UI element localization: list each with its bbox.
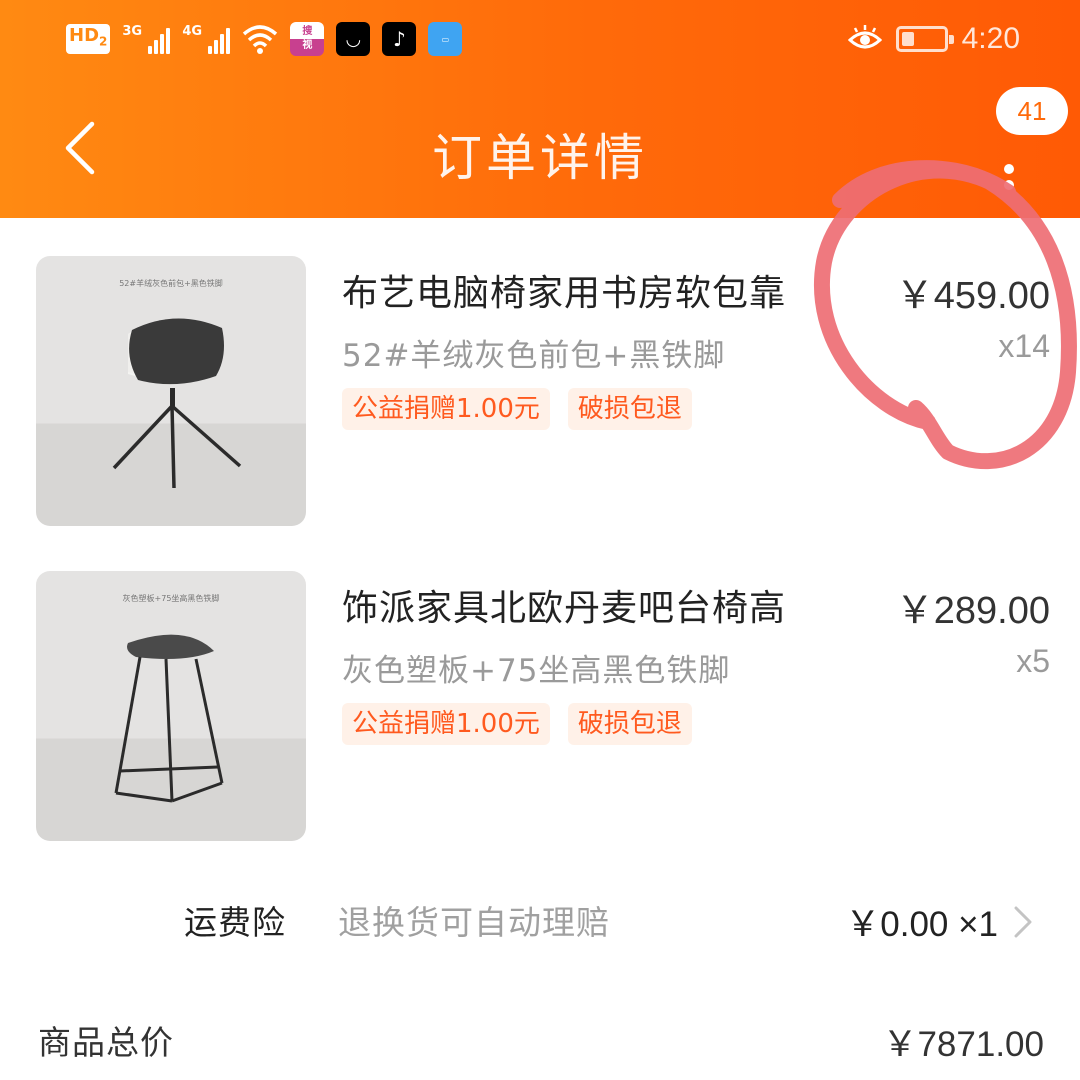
eye-comfort-icon — [847, 24, 882, 54]
sousou-app-icon: 搜视 — [290, 22, 325, 56]
signal-4g-icon: 4G — [182, 24, 231, 54]
goods-total-label: 商品总价 — [38, 1023, 174, 1062]
signal-4g-label: 4G — [182, 24, 203, 39]
bar-stool-image — [114, 634, 224, 803]
product-title[interactable]: 饰派家具北欧丹麦吧台椅高 — [342, 579, 810, 631]
damage-return-tag: 破损包退 — [567, 388, 692, 430]
product-image[interactable]: 52#羊绒灰色前包+黑色铁脚 — [36, 256, 306, 526]
damage-return-tag: 破损包退 — [567, 703, 692, 745]
product-title[interactable]: 布艺电脑椅家用书房软包靠 — [342, 264, 810, 316]
hd-voice-icon: HD2 — [66, 24, 111, 54]
product-quantity: x5 — [1016, 643, 1050, 679]
message-count-badge[interactable]: 41 — [996, 87, 1068, 135]
order-item[interactable]: 52#羊绒灰色前包+黑色铁脚 布艺电脑椅家用书房软包靠 52#羊绒灰色前包+黑铁… — [0, 256, 1080, 528]
shipping-insurance-row[interactable]: 运费险 退换货可自动理赔 ￥0.00 ×1 — [0, 880, 1080, 960]
status-left: HD2 3G 4G 搜视 ◡ ♪ ▭ — [66, 20, 463, 58]
battery-icon — [895, 26, 954, 52]
more-dots-icon — [1004, 180, 1014, 190]
product-spec: 52#羊绒灰色前包+黑铁脚 — [342, 338, 726, 374]
shipping-insurance-desc: 退换货可自动理赔 — [338, 903, 610, 942]
header: HD2 3G 4G 搜视 ◡ ♪ ▭ 4:20 订单详情 41 — [0, 0, 1080, 218]
nav-bar: 订单详情 — [0, 78, 1080, 218]
office-chair-image — [112, 318, 242, 489]
status-bar: HD2 3G 4G 搜视 ◡ ♪ ▭ 4:20 — [0, 0, 1080, 78]
product-image[interactable]: 灰色塑板+75坐高黑色铁脚 — [36, 571, 306, 841]
tiktok-app-icon: ♪ — [382, 22, 417, 56]
product-tags: 公益捐赠1.00元 破损包退 — [342, 388, 692, 430]
wifi-icon — [242, 24, 278, 54]
goods-total-value: ￥7871.00 — [882, 1025, 1044, 1064]
clock: 4:20 — [961, 22, 1020, 55]
more-dots-icon — [1004, 164, 1014, 174]
goods-total-row: 商品总价 ￥7871.00 — [0, 1000, 1080, 1080]
status-right: 4:20 — [847, 20, 1020, 58]
signal-3g-label: 3G — [122, 24, 143, 39]
more-menu-button[interactable] — [990, 128, 1030, 190]
charity-tag: 公益捐赠1.00元 — [342, 703, 550, 745]
page-title: 订单详情 — [432, 129, 648, 187]
smile-app-icon: ◡ — [336, 22, 371, 56]
charity-tag: 公益捐赠1.00元 — [342, 388, 550, 430]
order-item[interactable]: 灰色塑板+75坐高黑色铁脚 饰派家具北欧丹麦吧台椅高 灰色塑板+75坐高黑色铁脚… — [0, 571, 1080, 843]
shipping-insurance-price: ￥0.00 ×1 — [845, 905, 998, 944]
shipping-insurance-label: 运费险 — [184, 903, 286, 942]
product-spec: 灰色塑板+75坐高黑色铁脚 — [342, 653, 731, 689]
product-price: ￥289.00 — [895, 590, 1050, 632]
product-price: ￥459.00 — [895, 275, 1050, 317]
product-quantity: x14 — [998, 328, 1050, 364]
blue-app-icon: ▭ — [428, 22, 463, 56]
signal-3g-icon: 3G — [122, 24, 171, 54]
chevron-right-icon[interactable] — [1010, 902, 1036, 942]
product-tags: 公益捐赠1.00元 破损包退 — [342, 703, 692, 745]
